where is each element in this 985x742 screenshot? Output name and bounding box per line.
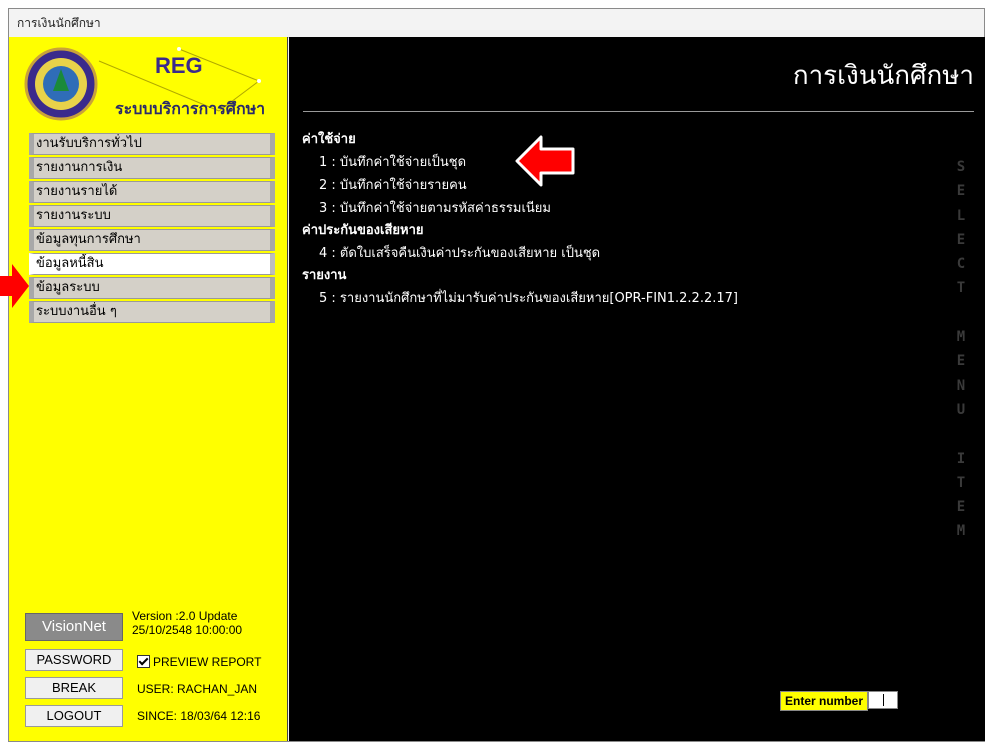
logout-button[interactable]: LOGOUT [25,705,123,727]
sidebar: REG ระบบบริการการศึกษา งานรับบริการทั่วไ… [9,37,288,741]
break-button[interactable]: BREAK [25,677,123,699]
visionnet-logo: VisionNet [25,613,123,641]
vertical-letter [949,422,973,446]
enter-number-label: Enter number [780,691,869,711]
menu-item-1[interactable]: 1 : บันทึกค่าใช้จ่ายเป็นชุด [302,151,902,174]
vertical-letter: E [956,353,966,370]
reg-logo: REG ระบบบริการการศึกษา [19,41,277,127]
preview-report-checkbox[interactable]: PREVIEW REPORT [137,655,261,669]
vertical-letter: E [956,231,966,248]
version-info: Version :2.0 Update 25/10/2548 10:00:00 [132,609,242,637]
vertical-letter: C [956,256,966,273]
menu-item-3[interactable]: 3 : บันทึกค่าใช้จ่ายตามรหัสค่าธรรมเนียม [302,197,902,220]
page-title: การเงินนักศึกษา [792,61,974,91]
vertical-letter: I [956,450,966,467]
sidebar-item-finance-report[interactable]: รายงานการเงิน [29,157,275,179]
sidebar-item-system-report[interactable]: รายงานระบบ [29,205,275,227]
main-panel: การเงินนักศึกษา ค่าใช้จ่าย 1 : บันทึกค่า… [289,37,985,741]
section-title-expenses: ค่าใช้จ่าย [302,132,356,147]
vertical-letter: L [956,207,966,224]
select-menu-item-vertical-text: SELECT MENU ITEM [949,155,973,544]
checkbox-checked-icon[interactable] [137,655,150,668]
arrow-right-icon [0,264,29,308]
menu-item-2[interactable]: 2 : บันทึกค่าใช้จ่ายรายคน [302,174,902,197]
sidebar-item-debt[interactable]: ข้อมูลหนี้สิน [29,253,275,275]
section-title-damage-deposit: ค่าประกันของเสียหาย [302,223,424,238]
title-divider [303,111,974,112]
enter-number-input[interactable] [868,691,899,709]
vertical-letter: T [956,474,966,491]
logo-subtitle: ระบบบริการการศึกษา [115,99,266,118]
user-label: USER: RACHAN_JAN [137,682,258,696]
sidebar-item-income-report[interactable]: รายงานรายได้ [29,181,275,203]
since-label: SINCE: 18/03/64 12:16 [137,709,261,723]
vertical-letter: E [956,499,966,516]
vertical-letter: U [956,401,966,418]
logo-reg-text: REG [155,53,203,78]
menu-item-4[interactable]: 4 : ตัดใบเสร็จคืนเงินค่าประกันของเสียหาย… [302,242,902,265]
menu-item-5[interactable]: 5 : รายงานนักศึกษาที่ไม่มารับค่าประกันขอ… [302,287,902,310]
vertical-letter [949,301,973,325]
section-title-reports: รายงาน [302,268,347,283]
sidebar-item-scholarship[interactable]: ข้อมูลทุนการศึกษา [29,229,275,251]
menu-content: ค่าใช้จ่าย 1 : บันทึกค่าใช้จ่ายเป็นชุด 2… [302,129,902,310]
vertical-letter: N [956,377,966,394]
sidebar-menu: งานรับบริการทั่วไป รายงานการเงิน รายงานร… [29,133,275,325]
vertical-letter: E [956,183,966,200]
window-titlebar: การเงินนักศึกษา [9,9,984,38]
arrow-left-icon [515,135,575,187]
vertical-letter: M [956,329,966,346]
vertical-letter: S [956,159,966,175]
sidebar-item-system-data[interactable]: ข้อมูลระบบ [29,277,275,299]
version-date: 25/10/2548 10:00:00 [132,623,243,637]
version-line: Version :2.0 Update [132,609,238,623]
preview-report-label: PREVIEW REPORT [153,655,262,669]
app-window: การเงินนักศึกษา REG ระบบบริการการศึกษา ง… [8,8,985,742]
sidebar-item-other-systems[interactable]: ระบบงานอื่น ๆ [29,301,275,323]
password-button[interactable]: PASSWORD [25,649,123,671]
vertical-letter: M [956,523,966,540]
enter-number-control: Enter number [780,691,899,711]
sidebar-item-general-service[interactable]: งานรับบริการทั่วไป [29,133,275,155]
vertical-letter: T [956,280,966,297]
